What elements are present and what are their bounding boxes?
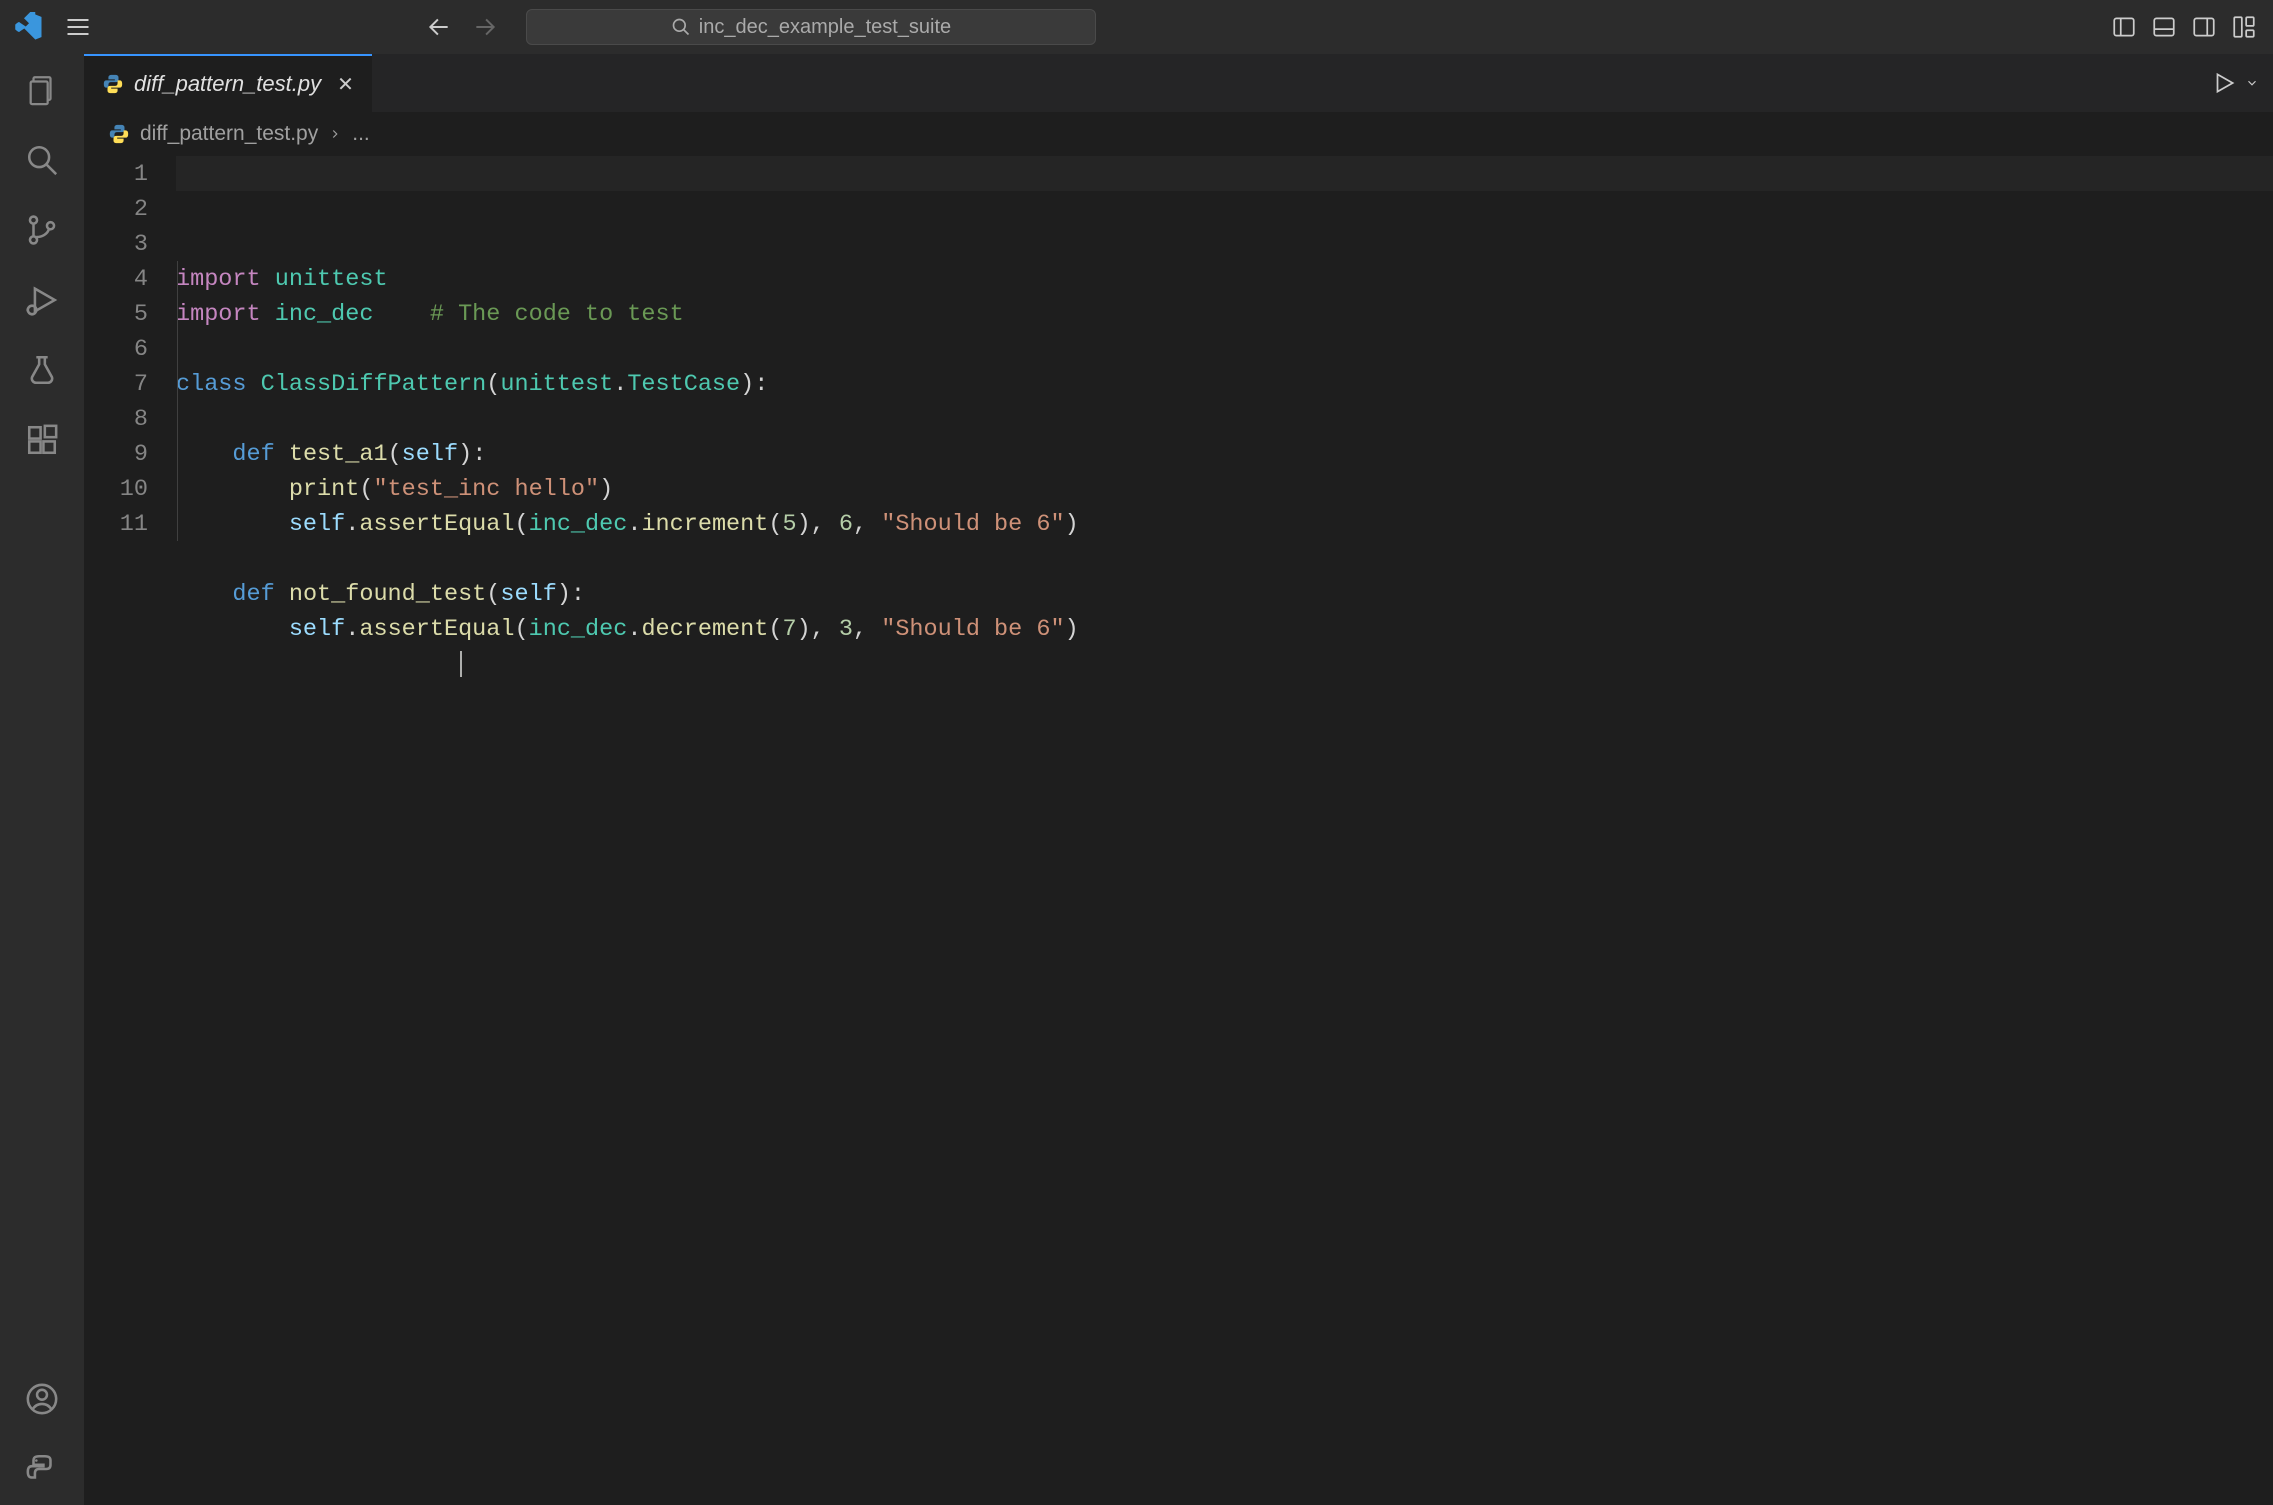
chevron-right-icon bbox=[328, 127, 342, 141]
toggle-secondary-sidebar-icon[interactable] bbox=[2185, 10, 2223, 44]
python-env-icon[interactable] bbox=[24, 1451, 60, 1487]
extensions-icon[interactable] bbox=[24, 422, 60, 458]
customize-layout-icon[interactable] bbox=[2225, 10, 2263, 44]
hamburger-menu-icon[interactable] bbox=[56, 9, 100, 45]
nav-back-icon[interactable] bbox=[418, 10, 460, 44]
search-icon bbox=[671, 17, 691, 37]
search-view-icon[interactable] bbox=[24, 142, 60, 178]
accounts-icon[interactable] bbox=[24, 1381, 60, 1417]
command-center-search[interactable]: inc_dec_example_test_suite bbox=[526, 9, 1096, 45]
run-debug-icon[interactable] bbox=[24, 282, 60, 318]
toggle-panel-icon[interactable] bbox=[2145, 10, 2183, 44]
code-content[interactable]: import unittestimport inc_dec # The code… bbox=[176, 156, 2273, 1505]
run-file-icon[interactable] bbox=[2211, 70, 2237, 96]
line-number-gutter: 1234567891011 bbox=[84, 156, 176, 1505]
code-editor[interactable]: 1234567891011 import unittestimport inc_… bbox=[84, 156, 2273, 1505]
toggle-primary-sidebar-icon[interactable] bbox=[2105, 10, 2143, 44]
explorer-icon[interactable] bbox=[24, 72, 60, 108]
testing-icon[interactable] bbox=[24, 352, 60, 388]
title-bar: inc_dec_example_test_suite bbox=[0, 0, 2273, 54]
activity-bar bbox=[0, 54, 84, 1505]
breadcrumb-suffix: ... bbox=[352, 122, 370, 146]
python-file-icon bbox=[108, 123, 130, 145]
close-tab-icon[interactable]: ✕ bbox=[337, 72, 354, 97]
nav-forward-icon[interactable] bbox=[464, 10, 506, 44]
vscode-logo-icon bbox=[10, 12, 48, 42]
editor-tab[interactable]: diff_pattern_test.py ✕ bbox=[84, 54, 372, 112]
breadcrumbs[interactable]: diff_pattern_test.py ... bbox=[84, 112, 2273, 156]
editor-tabs: diff_pattern_test.py ✕ bbox=[84, 54, 2273, 112]
breadcrumb-filename: diff_pattern_test.py bbox=[140, 122, 318, 146]
tab-filename: diff_pattern_test.py bbox=[134, 71, 321, 97]
python-file-icon bbox=[102, 73, 124, 95]
run-dropdown-icon[interactable] bbox=[2245, 70, 2259, 96]
source-control-icon[interactable] bbox=[24, 212, 60, 248]
search-text: inc_dec_example_test_suite bbox=[699, 16, 951, 39]
